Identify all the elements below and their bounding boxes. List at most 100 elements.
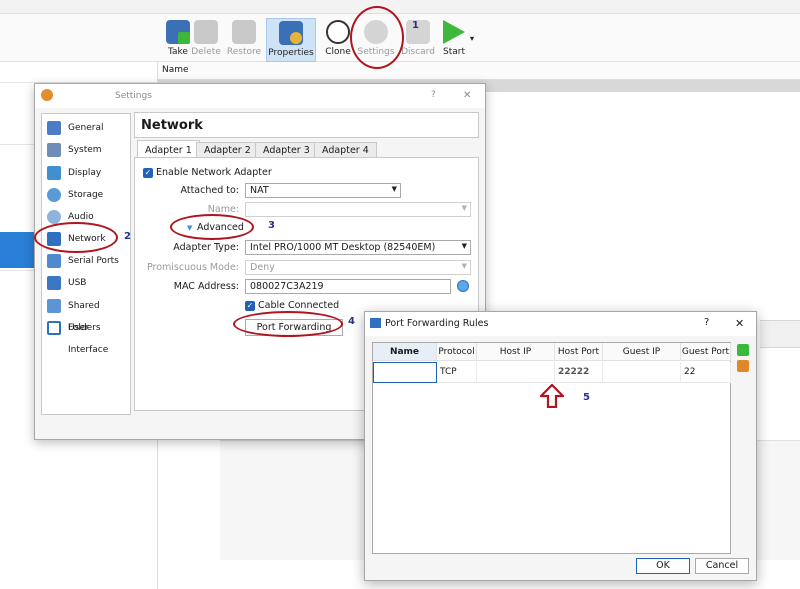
sidebar-item-shared-folders[interactable]: Shared Folders — [42, 295, 130, 333]
sidebar-item-display[interactable]: Display — [42, 162, 130, 184]
column-header-host-ip[interactable]: Host IP — [477, 343, 555, 361]
sidebar-item-system[interactable]: System — [42, 139, 130, 161]
annotation-ring-network — [34, 222, 118, 253]
port-forwarding-dialog: Port Forwarding Rules ? ✕ Name Protocol … — [364, 311, 757, 581]
rule-guest-ip-cell[interactable] — [603, 362, 681, 383]
mac-address-value: 080027C3A219 — [250, 281, 324, 292]
start-dropdown-icon[interactable]: ▾ — [470, 34, 474, 43]
sidebar-item-label: Storage — [68, 190, 104, 200]
display-icon — [47, 166, 61, 180]
camera-gear-icon — [279, 21, 303, 45]
port-forwarding-rules-table: Name Protocol Host IP Host Port Guest IP… — [372, 342, 731, 554]
annotation-number-4: 4 — [348, 316, 355, 327]
restore-snapshot-button[interactable]: Restore — [224, 18, 264, 62]
sidebar-item-usb[interactable]: USB — [42, 272, 130, 294]
rule-guest-port-cell[interactable]: 22 — [681, 362, 731, 383]
adapter-type-select[interactable]: Intel PRO/1000 MT Desktop (82540EM) ▼ — [245, 240, 471, 255]
properties-label: Properties — [268, 48, 314, 58]
promiscuous-mode-select[interactable]: Deny ▼ — [245, 260, 471, 275]
serial-port-icon — [47, 254, 61, 268]
sidebar-item-label: Display — [68, 168, 102, 178]
annotation-number-3: 3 — [268, 220, 275, 231]
chevron-down-icon: ▼ — [461, 262, 467, 270]
usb-icon — [47, 276, 61, 290]
sidebar-item-label: User Interface — [68, 323, 109, 355]
sidebar-item-serial-ports[interactable]: Serial Ports — [42, 250, 130, 272]
start-label: Start — [443, 47, 465, 57]
tab-adapter-4[interactable]: Adapter 4 — [314, 142, 377, 158]
sidebar-item-label: General — [68, 123, 104, 133]
properties-button[interactable]: Properties — [266, 18, 316, 62]
storage-icon — [47, 188, 61, 202]
annotation-ring-advanced — [170, 214, 254, 240]
refresh-mac-icon[interactable] — [457, 280, 469, 292]
page-title: Network — [134, 112, 479, 138]
tab-adapter-2[interactable]: Adapter 2 — [196, 142, 259, 158]
annotation-number-1: 1 — [412, 20, 419, 31]
tab-adapter-3[interactable]: Adapter 3 — [255, 142, 318, 158]
add-rule-icon[interactable] — [737, 344, 749, 356]
port-forwarding-help-button[interactable]: ? — [704, 317, 709, 328]
clone-label: Clone — [325, 47, 351, 57]
column-header-host-port[interactable]: Host Port — [555, 343, 603, 361]
port-forwarding-titlebar: Port Forwarding Rules ? ✕ — [365, 312, 756, 336]
column-header-protocol[interactable]: Protocol — [437, 343, 477, 361]
chevron-down-icon: ▼ — [461, 242, 467, 250]
column-header-name[interactable]: Name — [373, 343, 437, 361]
mac-address-input[interactable]: 080027C3A219 — [245, 279, 451, 294]
delete-snapshot-button[interactable]: Delete — [186, 18, 226, 62]
column-header-guest-port[interactable]: Guest Port — [681, 343, 731, 361]
sidebar-item-user-interface[interactable]: User Interface — [42, 317, 130, 355]
annotation-number-2: 2 — [124, 231, 131, 242]
chevron-down-icon: ▼ — [391, 185, 397, 193]
audio-icon — [47, 210, 61, 224]
chevron-down-icon: ▼ — [461, 204, 467, 212]
camera-delete-icon — [194, 20, 218, 44]
sidebar-item-label: Audio — [68, 212, 94, 222]
sidebar-item-storage[interactable]: Storage — [42, 184, 130, 206]
settings-sidebar: General System Display Storage Audio Net… — [41, 113, 131, 415]
annotation-number-5: 5 — [583, 392, 590, 403]
rule-name-cell[interactable] — [373, 362, 437, 383]
column-header-guest-ip[interactable]: Guest IP — [603, 343, 681, 361]
rule-protocol-cell[interactable]: TCP — [437, 362, 477, 383]
start-button[interactable]: Start — [434, 18, 474, 62]
attached-to-value: NAT — [250, 185, 269, 196]
sidebar-item-general[interactable]: General — [42, 117, 130, 139]
camera-restore-icon — [232, 20, 256, 44]
cable-connected-checkbox[interactable]: ✓ — [245, 301, 255, 311]
port-forwarding-title: Port Forwarding Rules — [385, 318, 489, 329]
network-icon — [370, 318, 381, 328]
enable-adapter-checkbox[interactable]: ✓ — [143, 168, 153, 178]
ok-button[interactable]: OK — [636, 558, 690, 574]
settings-help-button[interactable]: ? — [431, 90, 436, 100]
attached-to-select[interactable]: NAT ▼ — [245, 183, 401, 198]
name-select[interactable]: ▼ — [245, 202, 471, 217]
adapter-type-label: Adapter Type: — [173, 242, 239, 253]
port-forwarding-close-button[interactable]: ✕ — [735, 317, 744, 330]
annotation-ring-port-forwarding — [233, 311, 343, 337]
enable-adapter-label: Enable Network Adapter — [156, 167, 272, 178]
remove-rule-icon[interactable] — [737, 360, 749, 372]
restore-label: Restore — [226, 47, 262, 57]
system-icon — [47, 143, 61, 157]
user-interface-icon — [47, 321, 61, 335]
settings-close-button[interactable]: ✕ — [463, 90, 471, 101]
promiscuous-mode-label: Promiscuous Mode: — [146, 262, 239, 273]
annotation-up-arrow-icon — [538, 383, 566, 409]
promiscuous-mode-value: Deny — [250, 262, 275, 273]
tab-adapter-1[interactable]: Adapter 1 — [137, 140, 200, 158]
annotation-ring-settings — [350, 6, 404, 69]
general-icon — [47, 121, 61, 135]
adapter-type-value: Intel PRO/1000 MT Desktop (82540EM) — [250, 242, 436, 253]
name-label: Name: — [207, 204, 239, 215]
discard-label: Discard — [401, 47, 435, 57]
delete-label: Delete — [191, 47, 221, 57]
attached-to-label: Attached to: — [180, 185, 239, 196]
snapshot-list-header: Name — [158, 62, 800, 80]
rule-host-ip-cell[interactable] — [477, 362, 555, 383]
cable-connected-label: Cable Connected — [258, 300, 340, 311]
rule-host-port-cell[interactable]: 22222 — [555, 362, 603, 383]
shared-folder-icon — [47, 299, 61, 313]
cancel-button[interactable]: Cancel — [695, 558, 749, 574]
